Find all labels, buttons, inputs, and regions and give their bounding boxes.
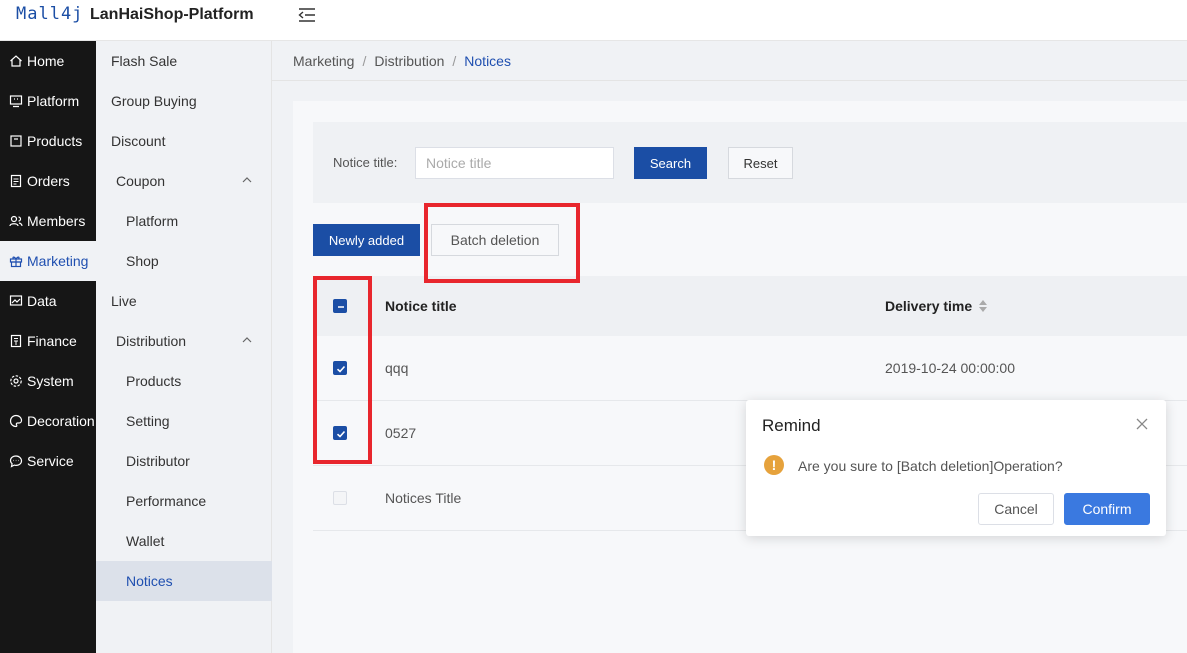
- nav-label: Products: [27, 133, 83, 149]
- nav-item-system[interactable]: System: [0, 361, 96, 401]
- chat-icon: [9, 455, 23, 468]
- subnav-discount[interactable]: Discount: [96, 121, 272, 161]
- breadcrumb: Marketing / Distribution / Notices: [272, 41, 1187, 81]
- nav-item-members[interactable]: Members: [0, 201, 96, 241]
- nav-item-marketing[interactable]: Marketing: [0, 241, 96, 281]
- users-icon: [9, 215, 23, 227]
- subnav-label: Group Buying: [111, 93, 197, 109]
- subnav-label: Discount: [111, 133, 166, 149]
- breadcrumb-separator: /: [362, 52, 367, 69]
- subnav-wallet[interactable]: Wallet: [96, 521, 272, 561]
- subnav-label: Distributor: [126, 453, 190, 469]
- ledger-icon: [10, 334, 22, 348]
- sub-sidebar: Flash Sale Group Buying Discount Coupon …: [96, 41, 272, 653]
- nav-label: Data: [27, 293, 57, 309]
- nav-item-products[interactable]: Products: [0, 121, 96, 161]
- dialog-message: Are you sure to [Batch deletion]Operatio…: [798, 458, 1063, 474]
- breadcrumb-current: Notices: [464, 52, 511, 69]
- breadcrumb-separator: /: [452, 52, 457, 69]
- search-label: Notice title:: [333, 155, 398, 170]
- column-delivery-time[interactable]: Delivery time: [885, 298, 972, 314]
- subnav-notices[interactable]: Notices: [96, 561, 272, 601]
- subnav-label: Setting: [126, 413, 170, 429]
- home-icon: [10, 55, 22, 67]
- palette-icon: [9, 414, 23, 428]
- nav-item-service[interactable]: Service: [0, 441, 96, 481]
- subnav-label: Notices: [126, 573, 173, 589]
- main-sidebar: Home Platform Products Orders Members Ma…: [0, 41, 96, 653]
- confirm-button[interactable]: Confirm: [1064, 493, 1150, 525]
- row-checkbox[interactable]: [333, 491, 347, 505]
- close-icon[interactable]: [1136, 418, 1148, 430]
- subnav-distributor[interactable]: Distributor: [96, 441, 272, 481]
- highlight-batch-deletion: [424, 203, 580, 283]
- nav-item-platform[interactable]: Platform: [0, 81, 96, 121]
- subnav-label: Live: [111, 293, 137, 309]
- subnav-label: Wallet: [126, 533, 165, 549]
- monitor-icon: [9, 95, 23, 108]
- subnav-label: Platform: [126, 213, 179, 229]
- nav-label: Service: [27, 453, 74, 469]
- gift-icon: [9, 256, 23, 268]
- table-row: qqq 2019-10-24 00:00:00: [313, 336, 1187, 401]
- reset-button[interactable]: Reset: [728, 147, 793, 179]
- subnav-label: Products: [126, 373, 182, 389]
- notice-title-cell: qqq: [385, 360, 409, 376]
- delivery-time-cell: 2019-10-24 00:00:00: [885, 360, 1015, 376]
- nav-item-orders[interactable]: Orders: [0, 161, 96, 201]
- nav-label: System: [27, 373, 74, 389]
- subnav-coupon-shop[interactable]: Shop: [96, 241, 272, 281]
- remind-dialog: Remind ! Are you sure to [Batch deletion…: [746, 400, 1166, 536]
- subnav-distribution-products[interactable]: Products: [96, 361, 272, 401]
- subnav-label: Performance: [126, 493, 207, 509]
- chevron-up-icon: [242, 337, 252, 343]
- gear-icon: [10, 375, 22, 387]
- cancel-button[interactable]: Cancel: [978, 493, 1054, 525]
- nav-item-finance[interactable]: Finance: [0, 321, 96, 361]
- subnav-flash-sale[interactable]: Flash Sale: [96, 41, 272, 81]
- nav-item-home[interactable]: Home: [0, 41, 96, 81]
- document-icon: [10, 174, 22, 188]
- search-button[interactable]: Search: [634, 147, 707, 179]
- highlight-checkboxes: [313, 276, 372, 464]
- logo: Mall4j: [16, 4, 84, 24]
- nav-label: Decoration: [27, 413, 95, 429]
- subnav-label: Coupon: [116, 173, 166, 189]
- nav-item-decoration[interactable]: Decoration: [0, 401, 96, 441]
- subnav-group-buying[interactable]: Group Buying: [96, 81, 272, 121]
- subnav-label: Shop: [126, 253, 159, 269]
- dialog-title: Remind: [762, 416, 821, 435]
- nav-label: Finance: [27, 333, 77, 349]
- platform-title: LanHaiShop-Platform: [90, 6, 254, 23]
- subnav-coupon[interactable]: Coupon: [96, 161, 272, 201]
- chart-icon: [9, 295, 23, 306]
- subnav-coupon-platform[interactable]: Platform: [96, 201, 272, 241]
- warning-icon: !: [764, 455, 784, 475]
- notice-title-cell: 0527: [385, 425, 417, 441]
- chevron-up-icon: [242, 177, 252, 183]
- subnav-distribution-setting[interactable]: Setting: [96, 401, 272, 441]
- nav-label: Home: [27, 53, 65, 69]
- notice-title-cell: Notices Title: [385, 490, 462, 506]
- box-icon: [10, 135, 22, 147]
- column-notice-title: Notice title: [385, 298, 457, 314]
- breadcrumb-distribution[interactable]: Distribution: [374, 53, 444, 69]
- notice-title-input[interactable]: [415, 147, 614, 179]
- sort-icon[interactable]: [978, 299, 988, 313]
- subnav-label: Flash Sale: [111, 53, 178, 69]
- subnav-label: Distribution: [116, 333, 187, 349]
- newly-added-button[interactable]: Newly added: [313, 224, 420, 256]
- subnav-live[interactable]: Live: [96, 281, 272, 321]
- table-header: Notice title Delivery time: [313, 276, 1187, 336]
- menu-fold-icon[interactable]: [298, 6, 316, 24]
- nav-label: Orders: [27, 173, 70, 189]
- subnav-performance[interactable]: Performance: [96, 481, 272, 521]
- breadcrumb-marketing[interactable]: Marketing: [293, 53, 354, 69]
- nav-label: Members: [27, 213, 86, 229]
- nav-label: Marketing: [27, 253, 89, 269]
- nav-item-data[interactable]: Data: [0, 281, 96, 321]
- top-header: Mall4j LanHaiShop-Platform: [0, 0, 1187, 41]
- nav-label: Platform: [27, 93, 80, 109]
- subnav-distribution[interactable]: Distribution: [96, 321, 272, 361]
